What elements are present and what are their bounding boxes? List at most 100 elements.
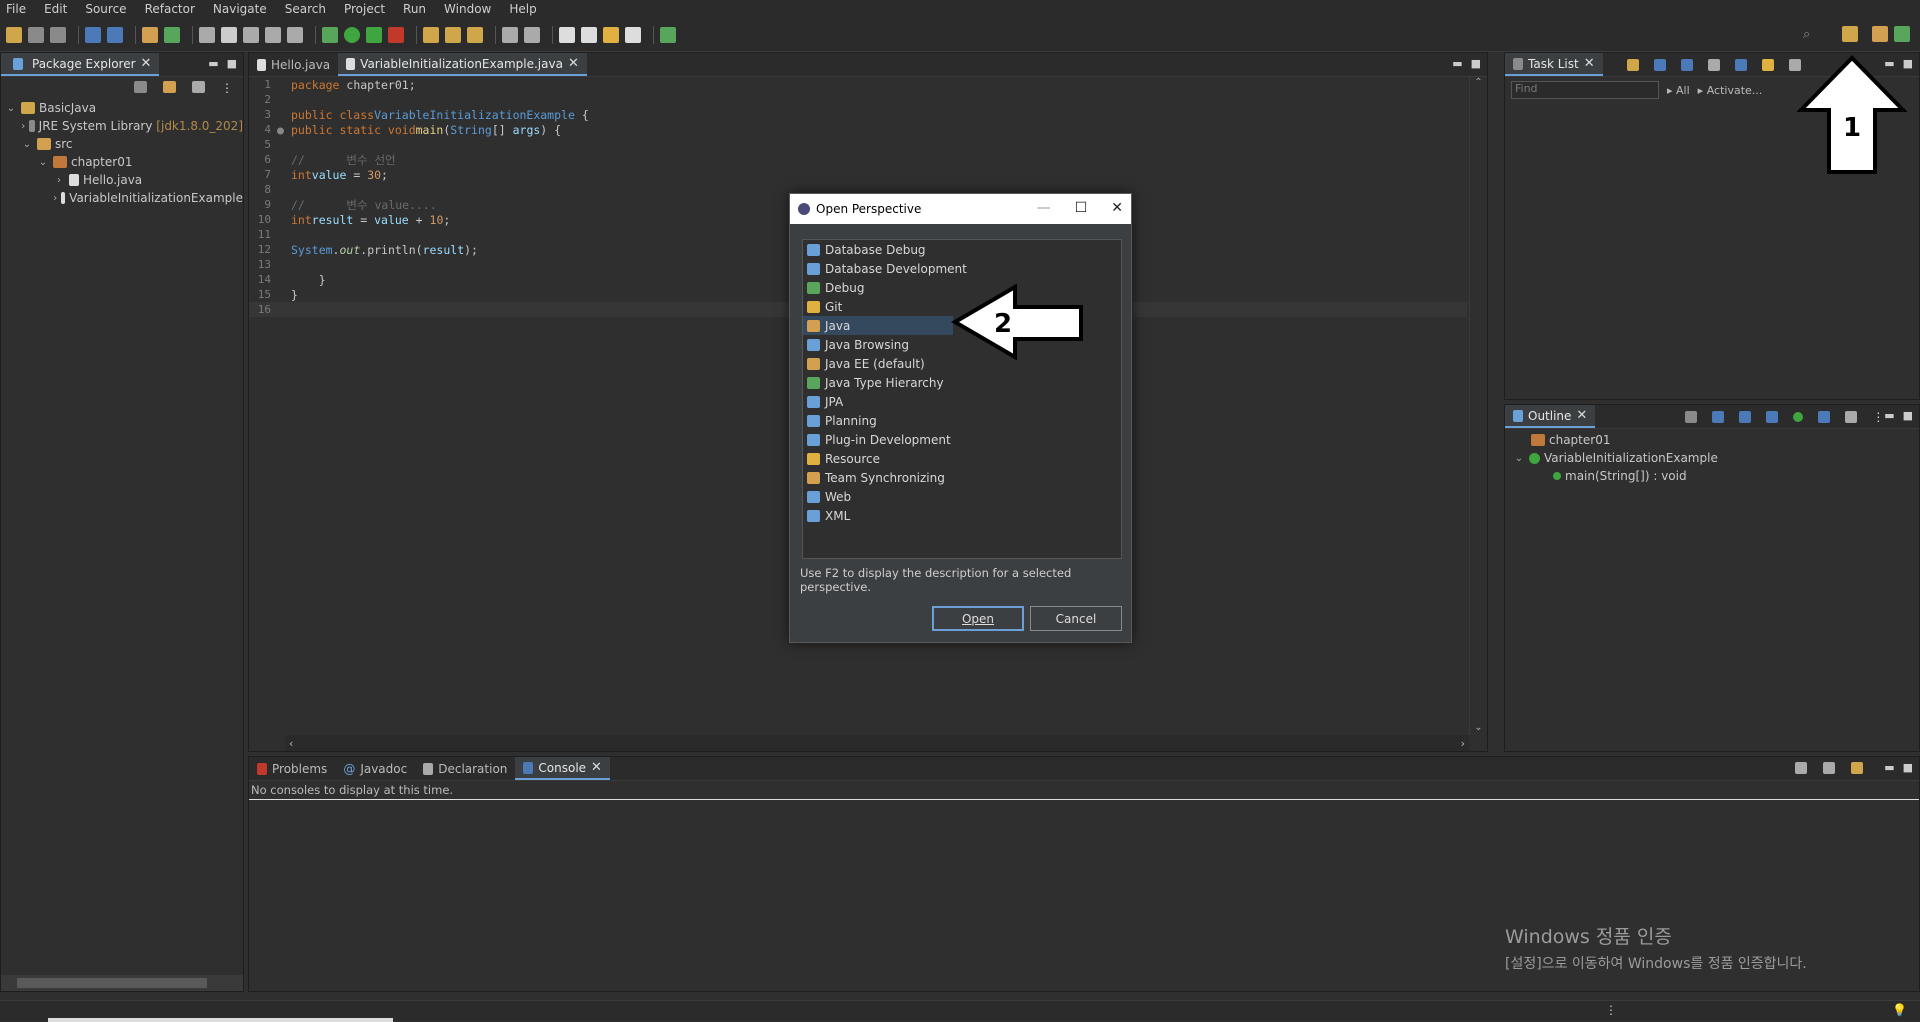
- block-select-icon[interactable]: [265, 26, 281, 43]
- hide-static-icon[interactable]: [1766, 410, 1779, 423]
- minimize-icon[interactable]: ▬: [1452, 57, 1462, 70]
- perspective-item[interactable]: Web: [803, 487, 1121, 506]
- menu-help[interactable]: Help: [509, 2, 536, 16]
- sort-icon[interactable]: [1712, 410, 1725, 423]
- tip-icon[interactable]: 💡: [1892, 1003, 1907, 1017]
- save-icon[interactable]: [28, 26, 44, 43]
- perspective-item[interactable]: Plug-in Development: [803, 430, 1121, 449]
- new-icon[interactable]: [6, 26, 22, 43]
- tab-javadoc[interactable]: @ Javadoc: [335, 757, 415, 780]
- run-icon[interactable]: [344, 26, 360, 43]
- hide-nonpublic-icon[interactable]: [1793, 411, 1804, 422]
- focus-icon[interactable]: [1845, 410, 1858, 423]
- chevron-down-icon[interactable]: ⌄: [1513, 453, 1525, 464]
- task-find-input[interactable]: Find: [1511, 81, 1659, 99]
- outline-item-class[interactable]: ⌄ VariableInitializationExample: [1513, 449, 1919, 467]
- dialog-minimize-icon[interactable]: —: [1037, 200, 1051, 216]
- pen-icon[interactable]: [221, 26, 237, 43]
- annotation-icon[interactable]: [199, 26, 215, 43]
- view-menu-icon[interactable]: ⋮: [1872, 410, 1884, 424]
- tree-item-chapter01[interactable]: ⌄ chapter01: [5, 153, 243, 171]
- new-class-icon[interactable]: [164, 26, 180, 43]
- next-annotation-icon[interactable]: [502, 26, 518, 43]
- perspective-item[interactable]: Resource: [803, 449, 1121, 468]
- menu-navigate[interactable]: Navigate: [213, 2, 267, 16]
- open-console-icon[interactable]: [1795, 762, 1807, 774]
- perspective-item[interactable]: Java Type Hierarchy: [803, 373, 1121, 392]
- close-icon[interactable]: ✕: [591, 760, 602, 775]
- tab-variable-initialization-example[interactable]: VariableInitializationExample.java ✕: [338, 53, 587, 76]
- java-perspective-icon[interactable]: [1894, 26, 1910, 42]
- horizontal-scrollbar[interactable]: [1, 975, 243, 991]
- outline-item-method[interactable]: main(String[]) : void: [1513, 467, 1919, 485]
- open-type-icon[interactable]: [423, 26, 439, 43]
- dialog-maximize-icon[interactable]: ☐: [1075, 200, 1088, 216]
- link-icon[interactable]: [243, 26, 259, 43]
- close-icon[interactable]: ✕: [1576, 408, 1587, 423]
- show-whitespace-icon[interactable]: [287, 26, 303, 43]
- maximize-icon[interactable]: ■: [1903, 409, 1913, 422]
- all-link[interactable]: ▸ All: [1667, 84, 1690, 97]
- menu-file[interactable]: File: [6, 2, 26, 16]
- maximize-icon[interactable]: ■: [1471, 57, 1481, 70]
- menu-edit[interactable]: Edit: [44, 2, 67, 16]
- horizontal-scrollbar[interactable]: ‹ ›: [285, 735, 1469, 751]
- categorized-icon[interactable]: [1653, 58, 1666, 71]
- new-java-project-icon[interactable]: [142, 26, 158, 43]
- tree-item-variable-initialization[interactable]: › VariableInitializationExample: [5, 189, 243, 207]
- minimize-icon[interactable]: ▬: [1884, 761, 1894, 774]
- tab-console[interactable]: Console ✕: [515, 757, 610, 780]
- perspective-item[interactable]: Database Development: [803, 259, 1121, 278]
- tree-item-src[interactable]: ⌄ src: [5, 135, 243, 153]
- chevron-down-icon[interactable]: ⌄: [21, 139, 33, 150]
- perspective-item[interactable]: Database Debug: [803, 240, 1121, 259]
- menu-source[interactable]: Source: [85, 2, 126, 16]
- save-all-icon[interactable]: [50, 26, 66, 43]
- dialog-close-icon[interactable]: ✕: [1111, 200, 1123, 216]
- new-task-icon[interactable]: [1626, 58, 1639, 71]
- view-menu-icon[interactable]: ⋮: [221, 81, 233, 99]
- open-task-icon[interactable]: [445, 26, 461, 43]
- skip-breakpoints-icon[interactable]: [107, 26, 123, 43]
- activate-link[interactable]: ▸ Activate...: [1698, 84, 1763, 97]
- new-console-icon[interactable]: [1851, 762, 1863, 774]
- terminal-icon[interactable]: [85, 26, 101, 43]
- menu-run[interactable]: Run: [403, 2, 426, 16]
- tab-hello-java[interactable]: Hello.java: [249, 53, 338, 76]
- close-icon[interactable]: ✕: [568, 56, 579, 71]
- collapse-all-icon[interactable]: [1685, 410, 1698, 423]
- close-icon[interactable]: ✕: [141, 56, 152, 71]
- back-icon[interactable]: [581, 26, 597, 43]
- chevron-right-icon[interactable]: ›: [53, 193, 57, 204]
- vertical-scrollbar[interactable]: ⌃ ⌄: [1469, 77, 1487, 735]
- menu-window[interactable]: Window: [444, 2, 491, 16]
- cancel-button[interactable]: Cancel: [1030, 606, 1122, 631]
- minimize-icon[interactable]: ▬: [208, 57, 218, 70]
- filter-icon[interactable]: [1761, 58, 1774, 71]
- open-button[interactable]: Open: [932, 606, 1024, 631]
- open-perspective-icon[interactable]: [1842, 26, 1858, 42]
- debug-icon[interactable]: [322, 26, 338, 43]
- chevron-right-icon[interactable]: ›: [53, 175, 65, 186]
- back-arrow-icon[interactable]: [603, 26, 619, 43]
- perspective-item[interactable]: Java: [803, 316, 953, 335]
- status-menu-icon[interactable]: ⋮: [1605, 1003, 1617, 1017]
- perspective-item[interactable]: Team Synchronizing: [803, 468, 1121, 487]
- minimize-icon[interactable]: ▬: [1884, 409, 1894, 422]
- sync-icon[interactable]: [1707, 58, 1720, 71]
- menu-search[interactable]: Search: [285, 2, 326, 16]
- outline-item-package[interactable]: chapter01: [1513, 431, 1919, 449]
- perspective-item[interactable]: JPA: [803, 392, 1121, 411]
- menu-project[interactable]: Project: [344, 2, 385, 16]
- tab-task-list[interactable]: Task List ✕: [1505, 53, 1603, 76]
- chevron-down-icon[interactable]: ⌄: [37, 157, 49, 168]
- coverage-icon[interactable]: [366, 26, 382, 43]
- maximize-icon[interactable]: ■: [227, 57, 237, 70]
- close-icon[interactable]: ✕: [1584, 56, 1595, 71]
- tree-item-basicjava[interactable]: ⌄ BasicJava: [5, 99, 243, 117]
- prev-annotation-icon[interactable]: [524, 26, 540, 43]
- hide-local-types-icon[interactable]: [1818, 410, 1831, 423]
- scroll-left-icon[interactable]: ‹: [289, 737, 293, 750]
- pin-editor-icon[interactable]: [660, 26, 676, 43]
- tree-item-hello-java[interactable]: › Hello.java: [5, 171, 243, 189]
